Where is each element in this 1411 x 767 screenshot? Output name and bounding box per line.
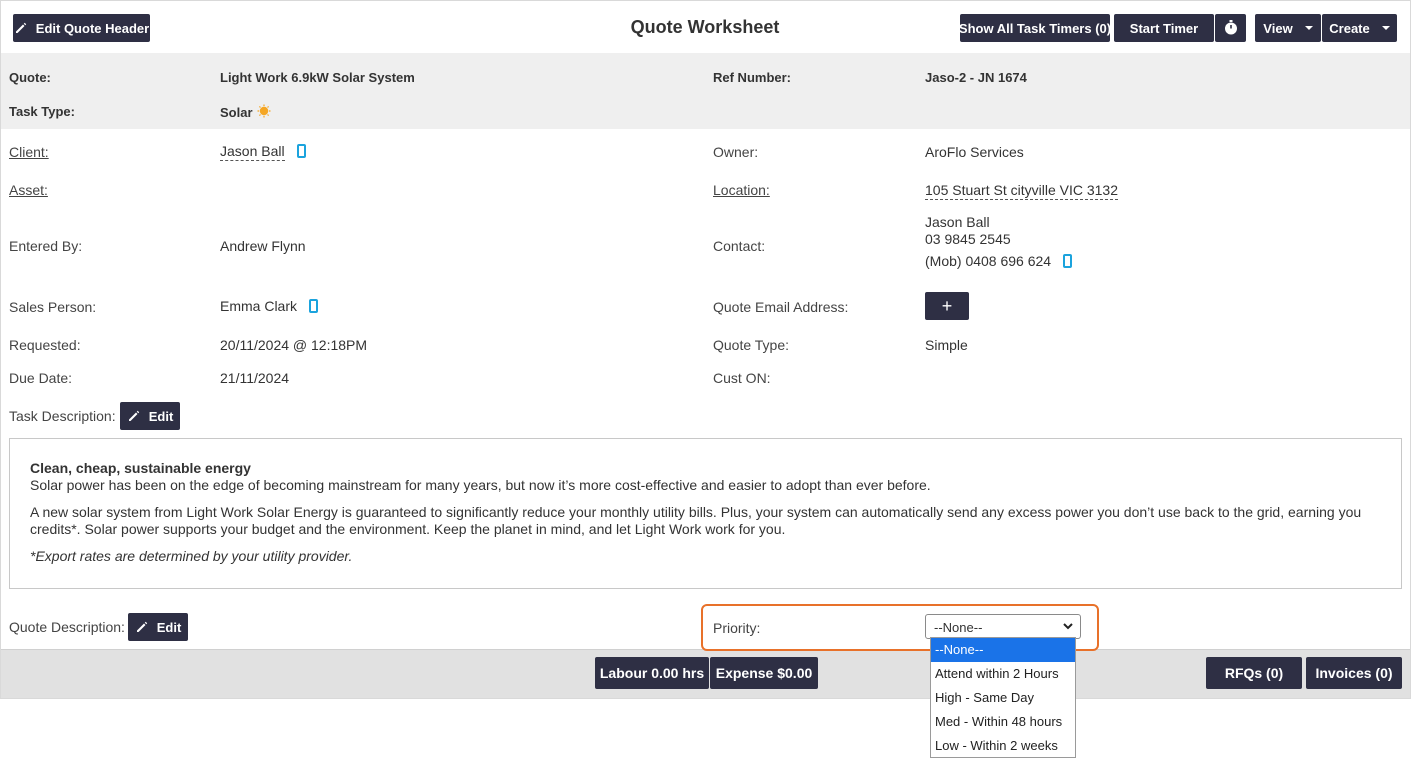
- labour-button[interactable]: Labour 0.00 hrs: [595, 657, 709, 689]
- requested-value: 20/11/2024 @ 12:18PM: [220, 337, 368, 353]
- priority-selected-value: --None--: [934, 620, 983, 635]
- sales-person-field: Emma Clark: [220, 298, 319, 314]
- location-link[interactable]: 105 Stuart St cityville VIC 3132: [925, 182, 1118, 200]
- sales-person-value: Emma Clark: [220, 298, 298, 314]
- sales-person-label: Sales Person:: [9, 299, 97, 315]
- client-field: Jason Ball: [220, 143, 306, 161]
- contact-block: Jason Ball 03 9845 2545 (Mob) 0408 696 6…: [925, 214, 1073, 270]
- edit-label: Edit: [156, 619, 182, 635]
- owner-label: Owner:: [713, 144, 759, 160]
- show-all-task-timers-button[interactable]: Show All Task Timers (0): [959, 14, 1111, 42]
- due-date-label: Due Date:: [9, 370, 73, 386]
- cust-on-label: Cust ON:: [713, 370, 771, 386]
- contact-mobile-row: (Mob) 0408 696 624: [925, 253, 1073, 270]
- edit-quote-header-label: Edit Quote Header: [35, 20, 150, 36]
- priority-option[interactable]: Med - Within 48 hours: [931, 710, 1075, 734]
- page-title: Quote Worksheet: [630, 17, 780, 37]
- task-type-value: Solar: [220, 104, 271, 121]
- task-type-text: Solar: [220, 105, 253, 120]
- quote-type-label: Quote Type:: [713, 337, 790, 353]
- chevron-down-icon: [1062, 620, 1074, 632]
- summary-band: [1, 53, 1410, 129]
- contact-name: Jason Ball: [925, 214, 990, 230]
- location-field: 105 Stuart St cityville VIC 3132: [925, 182, 1118, 200]
- stopwatch-button[interactable]: [1215, 14, 1246, 42]
- edit-task-description-button[interactable]: Edit: [120, 402, 180, 430]
- description-line-1: Solar power has been on the edge of beco…: [30, 477, 931, 493]
- contact-label: Contact:: [713, 238, 766, 254]
- sun-icon: [257, 104, 271, 121]
- priority-dropdown-list: --None-- Attend within 2 Hours High - Sa…: [930, 637, 1076, 758]
- pencil-icon: [127, 409, 141, 423]
- quote-description-label: Quote Description:: [9, 619, 125, 635]
- priority-option[interactable]: Low - Within 2 weeks: [931, 734, 1075, 758]
- client-link[interactable]: Jason Ball: [220, 143, 285, 161]
- start-timer-button[interactable]: Start Timer: [1114, 14, 1214, 42]
- location-link-label[interactable]: Location:: [713, 182, 770, 198]
- add-quote-email-button[interactable]: +: [925, 292, 969, 320]
- priority-option[interactable]: High - Same Day: [931, 686, 1075, 710]
- mobile-phone-icon[interactable]: [296, 144, 306, 158]
- create-dropdown-button[interactable]: Create: [1322, 14, 1397, 42]
- edit-quote-header-button[interactable]: Edit Quote Header: [13, 14, 150, 42]
- task-description-label: Task Description:: [9, 408, 116, 424]
- contact-mobile: (Mob) 0408 696 624: [925, 253, 1052, 269]
- task-description-box: Clean, cheap, sustainable energy Solar p…: [9, 438, 1402, 589]
- edit-quote-description-button[interactable]: Edit: [128, 613, 188, 641]
- view-dropdown-button[interactable]: View: [1255, 14, 1321, 42]
- pencil-icon: [135, 620, 149, 634]
- mobile-phone-icon[interactable]: [1063, 254, 1073, 268]
- priority-select[interactable]: --None--: [925, 614, 1081, 639]
- quote-label: Quote:: [9, 70, 51, 85]
- caret-down-icon: [1304, 26, 1313, 30]
- create-label: Create: [1329, 20, 1370, 36]
- description-paragraph-2: A new solar system from Light Work Solar…: [30, 504, 1362, 537]
- quote-email-label: Quote Email Address:: [713, 299, 849, 315]
- edit-label: Edit: [148, 408, 174, 424]
- task-type-label: Task Type:: [9, 104, 75, 119]
- stopwatch-icon: [1223, 19, 1239, 38]
- ref-number-value: Jaso-2 - JN 1674: [925, 70, 1027, 85]
- description-note: *Export rates are determined by your uti…: [30, 548, 353, 564]
- due-date-value: 21/11/2024: [220, 370, 290, 386]
- mobile-phone-icon[interactable]: [309, 299, 319, 313]
- contact-phone: 03 9845 2545: [925, 231, 1011, 247]
- owner-value: AroFlo Services: [925, 144, 1024, 160]
- entered-by-label: Entered By:: [9, 238, 83, 254]
- caret-down-icon: [1381, 26, 1390, 30]
- requested-label: Requested:: [9, 337, 81, 353]
- priority-label: Priority:: [713, 620, 761, 636]
- quote-type-value: Simple: [925, 337, 968, 353]
- view-label: View: [1263, 20, 1293, 36]
- invoices-button[interactable]: Invoices (0): [1306, 657, 1402, 689]
- pencil-icon: [14, 21, 28, 35]
- rfqs-button[interactable]: RFQs (0): [1206, 657, 1302, 689]
- priority-option[interactable]: Attend within 2 Hours: [931, 662, 1075, 686]
- client-link-label[interactable]: Client:: [9, 144, 49, 160]
- asset-link-label[interactable]: Asset:: [9, 182, 48, 198]
- expense-button[interactable]: Expense $0.00: [710, 657, 818, 689]
- quote-value: Light Work 6.9kW Solar System: [220, 70, 415, 85]
- ref-number-label: Ref Number:: [713, 70, 792, 85]
- entered-by-value: Andrew Flynn: [220, 238, 306, 254]
- priority-option[interactable]: --None--: [931, 638, 1075, 662]
- description-heading: Clean, cheap, sustainable energy: [30, 460, 251, 476]
